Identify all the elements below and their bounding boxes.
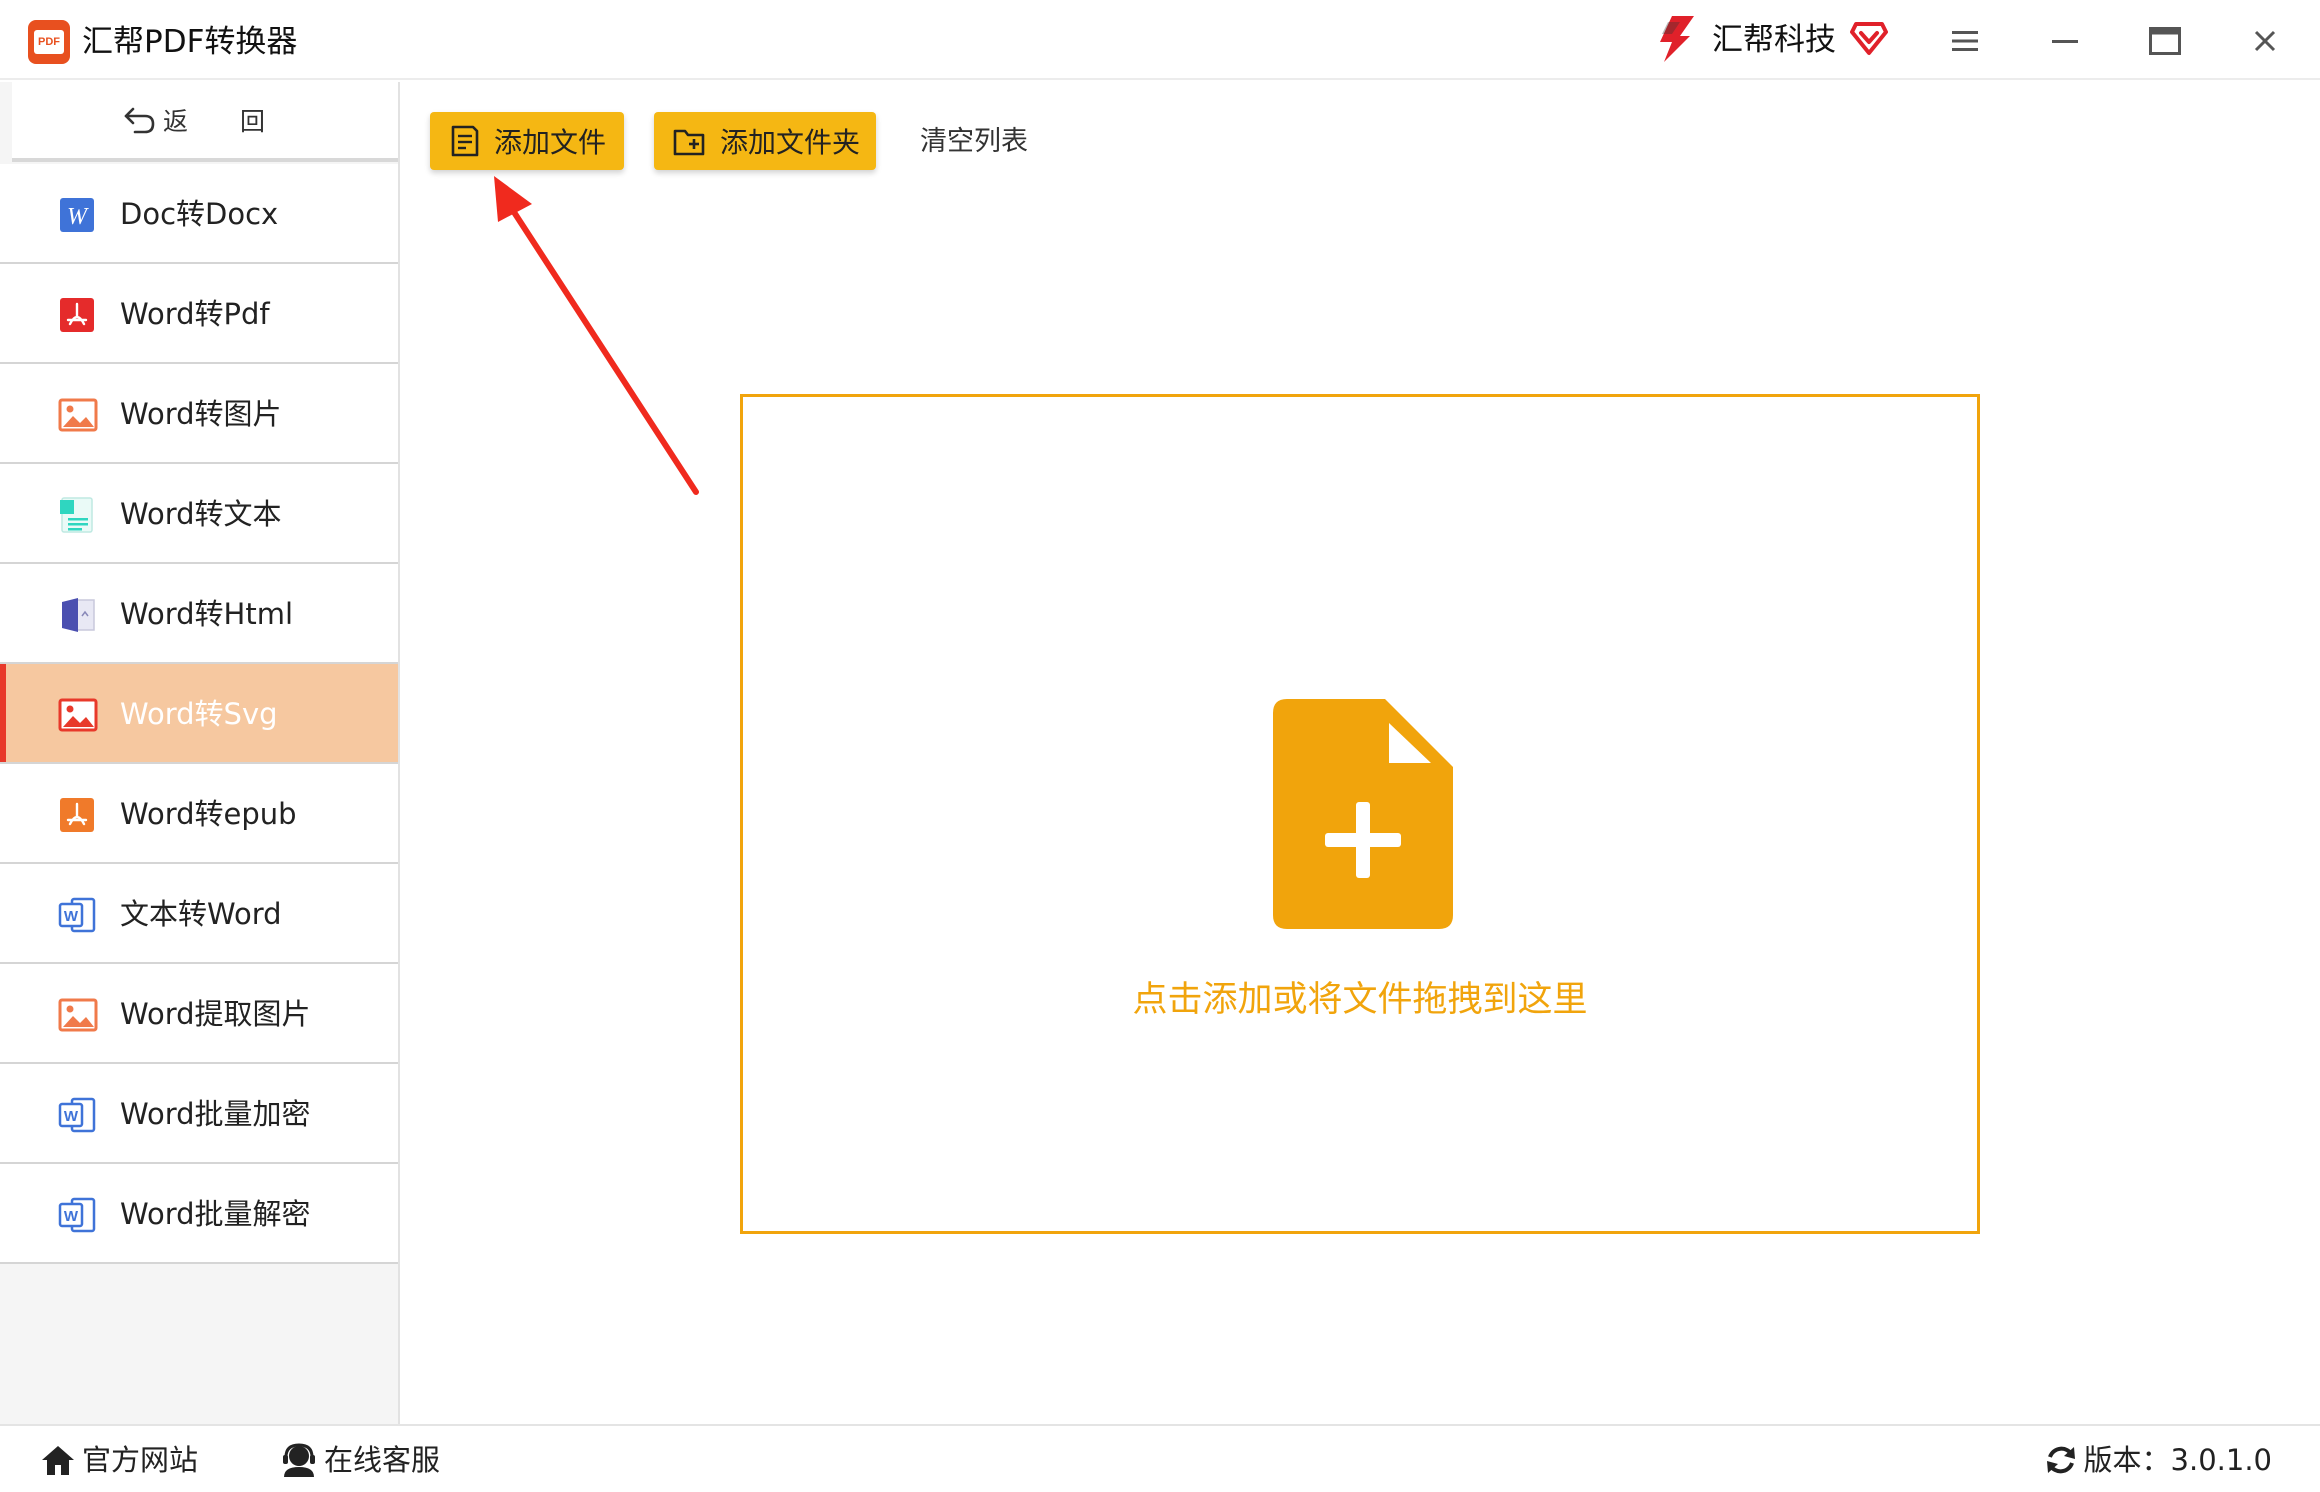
text-file-icon	[60, 497, 93, 533]
refresh-icon	[2046, 1446, 2075, 1474]
sidebar-item-text-to-word[interactable]: W 文本转Word	[0, 864, 398, 964]
sidebar-item-label: Word转Svg	[120, 697, 278, 731]
minimize-button[interactable]	[2040, 16, 2090, 66]
sidebar-item-label: Doc转Docx	[120, 197, 279, 231]
clear-list-button[interactable]: 清空列表	[920, 122, 1028, 162]
add-file-icon	[451, 125, 479, 157]
sidebar-item-label: Word提取图片	[120, 997, 311, 1031]
sidebar-item-word-to-pdf[interactable]: Word转Pdf	[0, 264, 398, 364]
add-folder-button[interactable]: 添加文件夹	[654, 112, 876, 170]
pdf-icon	[60, 298, 94, 332]
back-button[interactable]: 返 回	[12, 82, 398, 162]
file-add-icon	[1273, 699, 1453, 929]
menu-button[interactable]	[1940, 16, 1990, 66]
sidebar-item-label: Word转epub	[120, 797, 297, 831]
official-website-link[interactable]: 官方网站	[40, 1440, 198, 1480]
sidebar: 返 回 W Doc转Docx Word转Pdf Word转图片 Word转文本 …	[0, 82, 400, 1424]
home-icon	[42, 1446, 74, 1475]
customer-service-icon	[283, 1443, 315, 1477]
sidebar-item-word-to-text[interactable]: Word转文本	[0, 464, 398, 564]
app-title: 汇帮PDF转换器	[82, 24, 298, 60]
maximize-button[interactable]	[2140, 16, 2190, 66]
sidebar-item-batch-decrypt[interactable]: W Word批量解密	[0, 1164, 398, 1264]
sidebar-item-doc-to-docx[interactable]: W Doc转Docx	[0, 164, 398, 264]
close-icon	[2254, 30, 2276, 52]
sidebar-item-label: Word转文本	[120, 497, 282, 531]
online-support-link[interactable]: 在线客服	[280, 1440, 440, 1480]
svg-text:W: W	[64, 1208, 79, 1225]
image-icon	[58, 998, 98, 1032]
sidebar-item-batch-encrypt[interactable]: W Word批量加密	[0, 1064, 398, 1164]
add-file-button[interactable]: 添加文件	[430, 112, 624, 170]
sidebar-item-extract-images[interactable]: Word提取图片	[0, 964, 398, 1064]
sidebar-item-label: Word批量加密	[120, 1097, 311, 1131]
sidebar-item-label: Word转Pdf	[120, 297, 270, 331]
add-file-label: 添加文件	[494, 126, 607, 159]
back-arrow-icon	[124, 107, 155, 134]
version-info: 版本：3.0.1.0	[2044, 1440, 2272, 1480]
official-website-label: 官方网站	[82, 1443, 199, 1477]
app-logo-icon: PDF	[28, 20, 70, 64]
svg-text:W: W	[67, 204, 89, 230]
word-doc-icon: W	[58, 897, 96, 933]
sidebar-item-label: Word转Html	[120, 597, 294, 631]
menu-icon	[1952, 31, 1978, 51]
svg-text:W: W	[64, 908, 79, 925]
svg-text:W: W	[64, 1108, 79, 1125]
html-book-icon	[62, 598, 95, 632]
sidebar-item-word-to-svg[interactable]: Word转Svg	[0, 664, 398, 764]
image-icon	[58, 698, 98, 732]
word-doc-icon: W	[58, 1097, 96, 1133]
online-support-label: 在线客服	[324, 1443, 441, 1477]
back-label: 返 回	[163, 107, 287, 136]
brand-name: 汇帮科技	[1712, 22, 1836, 58]
app-logo-text: PDF	[34, 30, 64, 54]
sidebar-item-label: Word批量解密	[120, 1197, 311, 1231]
epub-icon	[60, 798, 94, 832]
close-button[interactable]	[2240, 16, 2290, 66]
add-folder-icon	[673, 129, 705, 156]
title-bar: PDF 汇帮PDF转换器 汇帮科技	[0, 0, 2320, 80]
add-folder-label: 添加文件夹	[720, 126, 861, 159]
sidebar-item-label: Word转图片	[120, 397, 282, 431]
drop-hint-text: 点击添加或将文件拖拽到这里	[1132, 980, 1588, 1020]
annotation-arrow	[494, 176, 699, 495]
sidebar-item-word-to-epub[interactable]: Word转epub	[0, 764, 398, 864]
sidebar-item-label: 文本转Word	[120, 897, 282, 931]
file-drop-zone[interactable]: 点击添加或将文件拖拽到这里	[740, 394, 1980, 1234]
image-icon	[58, 398, 98, 432]
minimize-icon	[2052, 40, 2078, 43]
sidebar-item-word-to-html[interactable]: Word转Html	[0, 564, 398, 664]
status-bar: 官方网站 在线客服 版本：3.0.1.0	[0, 1424, 2320, 1492]
word-doc-icon: W	[58, 1197, 96, 1233]
brand-logo-icon	[1660, 16, 1694, 62]
version-label: 版本：3.0.1.0	[2083, 1443, 2272, 1477]
conversion-menu: W Doc转Docx Word转Pdf Word转图片 Word转文本 Word…	[0, 164, 398, 1264]
maximize-icon	[2149, 27, 2181, 55]
word-w-icon: W	[60, 198, 94, 232]
sidebar-item-word-to-image[interactable]: Word转图片	[0, 364, 398, 464]
vip-diamond-icon[interactable]	[1850, 20, 1888, 56]
